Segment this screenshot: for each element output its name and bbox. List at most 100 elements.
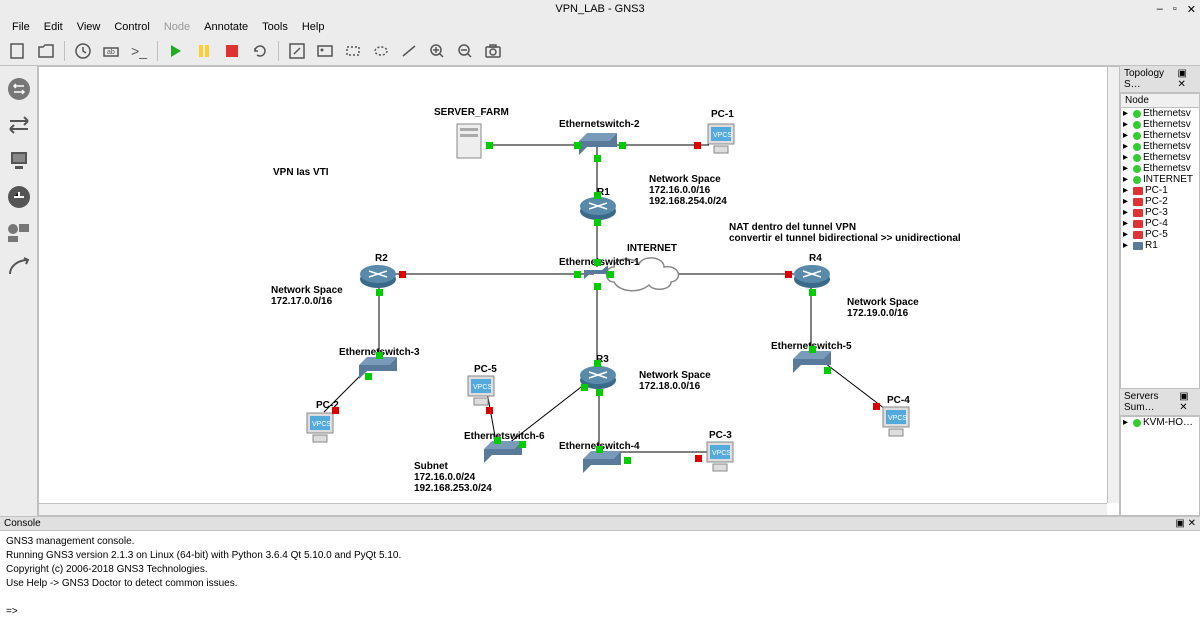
expand-icon[interactable]: ▸ [1123,174,1131,185]
svg-text:VPCS: VPCS [713,132,732,139]
menu-control[interactable]: Control [108,19,155,35]
end-devices-icon[interactable] [4,146,34,176]
close-icon[interactable]: ✕ [1187,3,1196,16]
tree-item[interactable]: ▸PC-4 [1121,218,1199,229]
expand-icon[interactable]: ▸ [1123,108,1131,119]
expand-icon[interactable]: ▸ [1123,417,1131,428]
expand-icon[interactable]: ▸ [1123,163,1131,174]
menu-view[interactable]: View [71,19,107,35]
routers-icon[interactable] [4,74,34,104]
ethernetswitch-4[interactable] [583,451,621,476]
pc-2[interactable]: VPCS [303,411,339,450]
expand-icon[interactable]: ▸ [1123,240,1131,251]
status-dot [619,142,626,149]
snapshot-icon[interactable] [71,39,95,63]
menu-file[interactable]: File [6,19,36,35]
start-icon[interactable] [164,39,188,63]
label-pc1: PC-1 [711,109,734,120]
expand-icon[interactable]: ▸ [1123,185,1131,196]
security-devices-icon[interactable] [4,182,34,212]
expand-icon[interactable]: ▸ [1123,141,1131,152]
draw-rect-icon[interactable] [341,39,365,63]
topology-canvas[interactable]: SERVER_FARM VPN Ias VTI Ethernetswitch-2… [38,66,1120,516]
console-line: Use Help -> GNS3 Doctor to detect common… [6,577,1194,591]
console-output[interactable]: GNS3 management console. Running GNS3 ve… [0,531,1200,636]
tree-item[interactable]: ▸Ethernetsv [1121,163,1199,174]
menu-annotate[interactable]: Annotate [198,19,254,35]
maximize-icon[interactable]: ▫ [1173,3,1177,16]
draw-ellipse-icon[interactable] [369,39,393,63]
annotate-icon[interactable] [285,39,309,63]
panel-controls[interactable]: ▣ ✕ [1175,518,1196,529]
tree-item[interactable]: ▸PC-3 [1121,207,1199,218]
menu-help[interactable]: Help [296,19,331,35]
zoom-in-icon[interactable] [425,39,449,63]
expand-icon[interactable]: ▸ [1123,229,1131,240]
tree-item[interactable]: ▸PC-2 [1121,196,1199,207]
router-r2[interactable] [359,263,397,292]
topology-summary-panel: Node ▸Ethernetsv▸Ethernetsv▸Ethernetsv▸E… [1120,93,1200,389]
pc-3[interactable]: VPCS [703,440,739,479]
canvas-scrollbar-h[interactable] [39,503,1107,515]
canvas-scrollbar-v[interactable] [1107,67,1119,503]
switches-icon[interactable] [4,110,34,140]
pc-4[interactable]: VPCS [879,405,915,444]
status-green-icon [1133,176,1141,184]
topology-summary-title: Topology S… ▣ ✕ [1120,66,1200,93]
server-farm-device[interactable] [454,122,484,163]
label-server-farm: SERVER_FARM [434,107,509,118]
insert-image-icon[interactable] [313,39,337,63]
status-dot [607,271,614,278]
expand-icon[interactable]: ▸ [1123,152,1131,163]
pc-5[interactable]: VPCS [464,374,500,413]
draw-line-icon[interactable] [397,39,421,63]
expand-icon[interactable]: ▸ [1123,119,1131,130]
tree-item[interactable]: ▸ Ethernetsv [1121,130,1199,141]
status-green-icon [1133,132,1141,140]
expand-icon[interactable]: ▸ [1123,130,1131,141]
tree-item[interactable]: ▸PC-1 [1121,185,1199,196]
tree-item[interactable]: ▸Ethernetsv [1121,119,1199,130]
stop-icon[interactable] [220,39,244,63]
pc-1[interactable]: VPCS [704,122,740,161]
new-project-icon[interactable] [6,39,30,63]
toolbar: ab >_ [0,36,1200,66]
tree-item-label: Ethernetsv [1143,130,1191,141]
tree-item[interactable]: ▸Ethernetsv [1121,152,1199,163]
status-dot [399,271,406,278]
all-devices-icon[interactable] [4,218,34,248]
menu-edit[interactable]: Edit [38,19,69,35]
label-eth2: Ethernetswitch-2 [559,119,640,130]
tree-item[interactable]: ▸Ethernetsv [1121,141,1199,152]
ethernetswitch-1[interactable] [584,265,608,282]
status-dot [694,142,701,149]
status-green-icon [1133,419,1141,427]
panel-controls[interactable]: ▣ ✕ [1179,391,1196,413]
expand-icon[interactable]: ▸ [1123,218,1131,229]
label-subnet: Subnet 172.16.0.0/24 192.168.253.0/24 [414,461,492,494]
status-red-icon [1133,231,1143,239]
menu-tools[interactable]: Tools [256,19,294,35]
tree-item[interactable]: ▸INTERNET [1121,174,1199,185]
open-project-icon[interactable] [34,39,58,63]
node-column-header[interactable]: Node [1121,94,1199,108]
console-icon[interactable]: >_ [127,39,151,63]
expand-icon[interactable]: ▸ [1123,207,1131,218]
minimize-icon[interactable]: ‒ [1157,3,1163,16]
toolbar-separator [278,41,279,61]
status-green-icon [1133,143,1141,151]
zoom-out-icon[interactable] [453,39,477,63]
server-item[interactable]: ▸ KVM-HO… [1121,417,1199,428]
reload-icon[interactable] [248,39,272,63]
show-interface-labels-icon[interactable]: ab [99,39,123,63]
tree-item[interactable]: ▸Ethernetsv [1121,108,1199,119]
tree-item[interactable]: ▸R1 [1121,240,1199,251]
tree-item[interactable]: ▸PC-5 [1121,229,1199,240]
add-link-icon[interactable] [4,254,34,284]
screenshot-icon[interactable] [481,39,505,63]
panel-controls[interactable]: ▣ ✕ [1177,68,1196,90]
status-dot [695,455,702,462]
router-r4[interactable] [793,263,831,292]
expand-icon[interactable]: ▸ [1123,196,1131,207]
pause-icon[interactable] [192,39,216,63]
